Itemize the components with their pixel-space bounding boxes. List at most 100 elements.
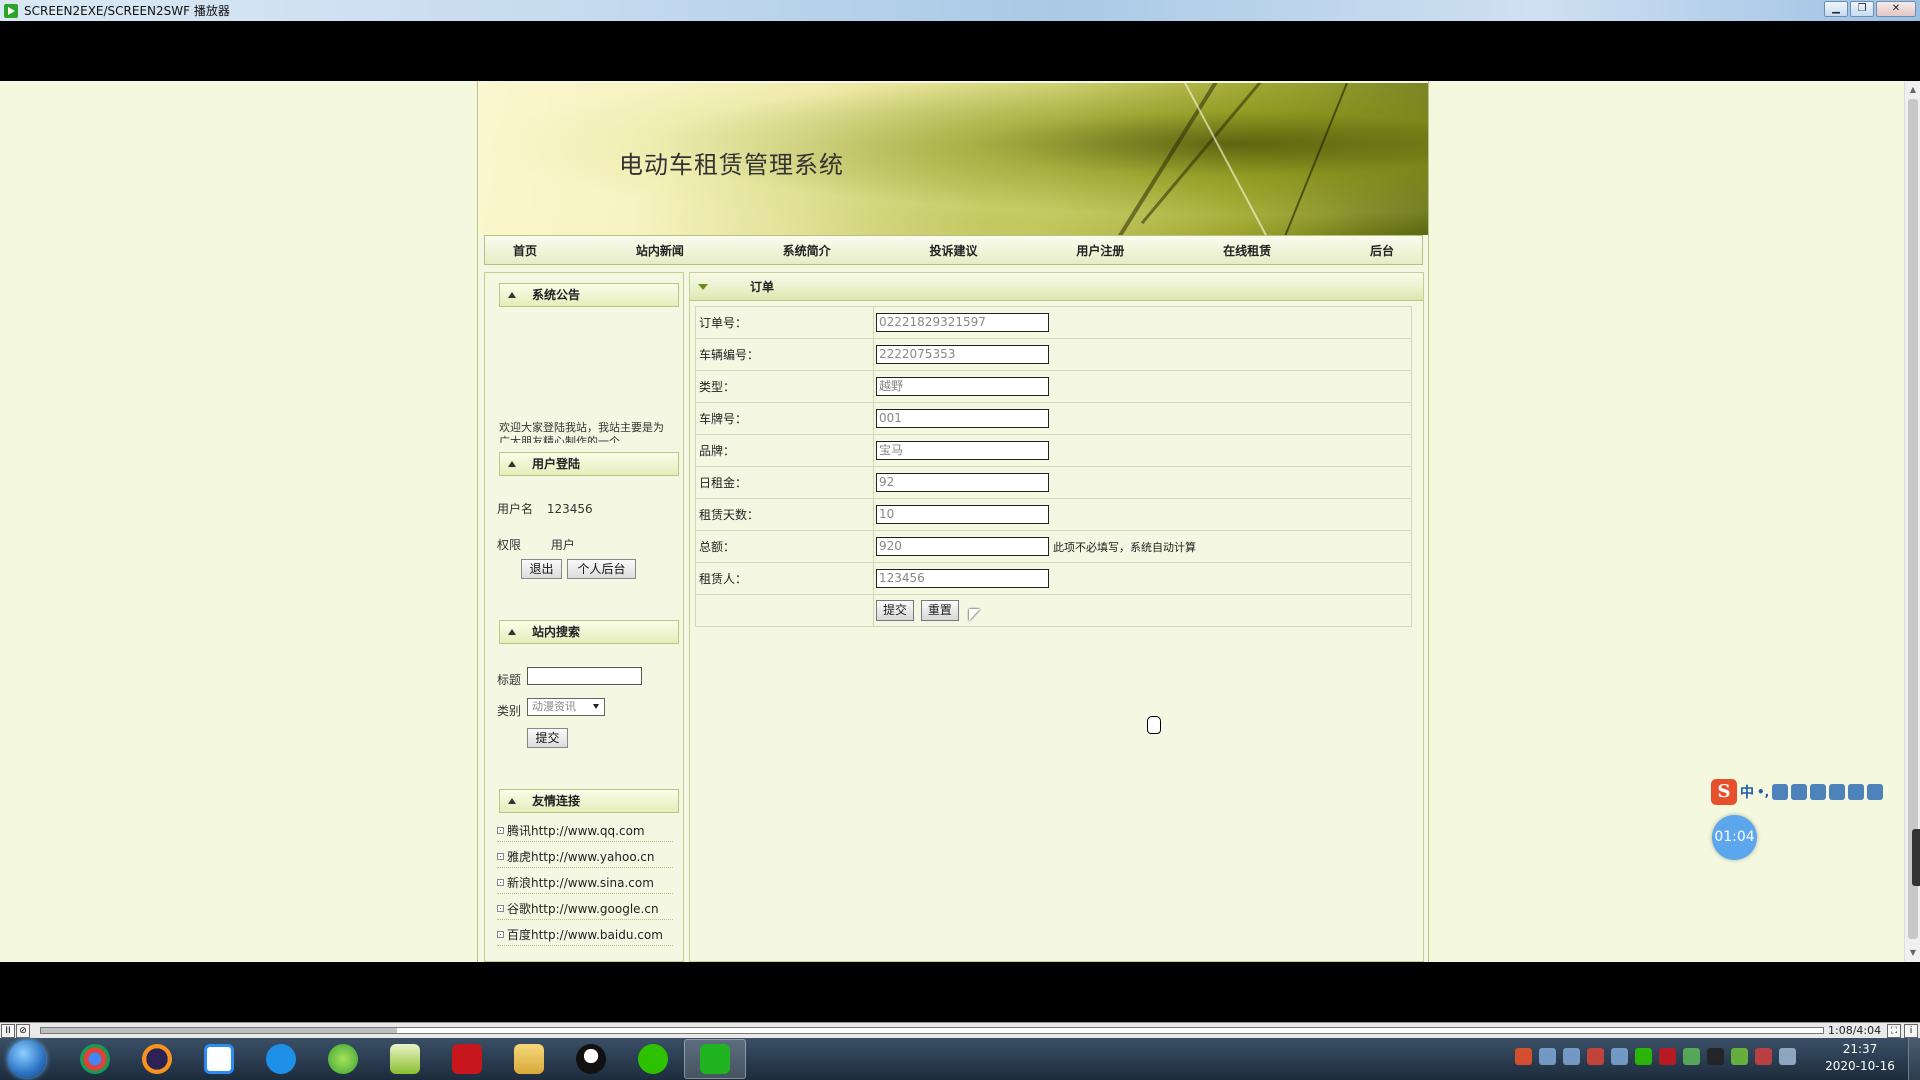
taskbar-baidu-netdisk[interactable] — [188, 1039, 250, 1079]
search-category-select[interactable]: 动漫资讯 — [527, 698, 605, 716]
tray-icon[interactable] — [1563, 1048, 1580, 1065]
chevron-down-icon — [593, 704, 599, 709]
nav-register[interactable]: 用户注册 — [1076, 242, 1124, 259]
seek-bar[interactable] — [40, 1027, 1824, 1034]
order-number-input[interactable]: 02221829321597 — [876, 313, 1049, 332]
scroll-up-icon[interactable]: ▲ — [1905, 83, 1920, 97]
reset-button[interactable]: 重置 — [920, 600, 959, 621]
scroll-thumb[interactable] — [1908, 99, 1918, 939]
wechat-icon — [638, 1044, 668, 1074]
taskbar-qq[interactable] — [560, 1039, 622, 1079]
taskbar-chrome[interactable] — [64, 1039, 126, 1079]
user-icon[interactable] — [1829, 784, 1846, 800]
folder-icon — [514, 1044, 544, 1074]
divider — [497, 867, 673, 868]
eclipse-icon — [142, 1044, 172, 1074]
action-center-icon[interactable] — [1779, 1048, 1796, 1065]
friend-link-yahoo[interactable]: 雅虎http://www.yahoo.cn — [497, 848, 654, 865]
vehicle-id-input[interactable]: 2222075353 — [876, 345, 1049, 364]
chrome-icon — [80, 1044, 110, 1074]
rental-days-input[interactable]: 10 — [876, 505, 1049, 524]
nav-news[interactable]: 站内新闻 — [636, 242, 684, 259]
tray-icon[interactable] — [1587, 1048, 1604, 1065]
friend-link-qq[interactable]: 腾讯http://www.qq.com — [497, 822, 645, 839]
grid-menu-icon[interactable] — [1867, 784, 1884, 800]
submit-button[interactable]: 提交 — [876, 600, 915, 621]
ime-mode-toggle[interactable]: 中 — [1740, 782, 1754, 802]
volume-muted-icon[interactable] — [1755, 1048, 1772, 1065]
role-value: 用户 — [550, 538, 575, 552]
microphone-icon[interactable] — [1791, 784, 1808, 800]
close-button[interactable]: ✕ — [1876, 1, 1916, 17]
nav-complaints[interactable]: 投诉建议 — [929, 242, 977, 259]
sogou-ime-logo-icon[interactable]: S — [1711, 779, 1737, 805]
nav-home[interactable]: 首页 — [513, 242, 537, 259]
clock-date: 2020-10-16 — [1825, 1059, 1895, 1073]
taskbar-screen-player[interactable] — [684, 1039, 746, 1079]
skin-icon[interactable] — [1848, 784, 1865, 800]
keyboard-icon[interactable] — [1810, 784, 1827, 800]
maximize-button[interactable]: ❐ — [1850, 1, 1874, 17]
banner-decoration — [1100, 83, 1242, 235]
friend-link-sina[interactable]: 新浪http://www.sina.com — [497, 874, 654, 891]
friend-link-google[interactable]: 谷歌http://www.google.cn — [497, 900, 659, 917]
taskbar-browser[interactable] — [250, 1039, 312, 1079]
site-banner: 电动车租赁管理系统 — [478, 83, 1428, 235]
vehicle-type-input[interactable]: 越野 — [876, 377, 1049, 396]
taskbar-wechat[interactable] — [622, 1039, 684, 1079]
taskbar-eclipse[interactable] — [126, 1039, 188, 1079]
emoji-icon[interactable] — [1772, 784, 1789, 800]
start-button[interactable] — [8, 1040, 46, 1078]
tray-icon[interactable] — [1539, 1048, 1556, 1065]
wechat-tray-icon[interactable] — [1635, 1048, 1652, 1065]
search-submit-button[interactable]: 提交 — [527, 728, 568, 748]
tray-icon[interactable] — [1659, 1048, 1676, 1065]
logout-button[interactable]: 退出 — [521, 559, 562, 579]
battery-icon[interactable] — [1731, 1048, 1748, 1065]
table-row: 车辆编号： 2222075353 — [695, 338, 1412, 371]
sogou-tray-icon[interactable] — [1515, 1048, 1532, 1065]
side-panel-handle[interactable] — [1912, 829, 1920, 886]
player-extra-controls: ⛶ i — [1886, 1024, 1918, 1038]
fullscreen-icon[interactable]: ⛶ — [1887, 1024, 1901, 1038]
daily-rent-input[interactable]: 92 — [876, 473, 1049, 492]
nav-about[interactable]: 系统简介 — [783, 242, 831, 259]
info-icon[interactable]: i — [1904, 1024, 1918, 1038]
shield-icon[interactable] — [1611, 1048, 1628, 1065]
friend-link-baidu[interactable]: 百度http://www.baidu.com — [497, 926, 663, 943]
main-nav: 首页 站内新闻 系统简介 投诉建议 用户注册 在线租赁 后台 — [484, 235, 1423, 265]
minimize-button[interactable]: ▁ — [1824, 1, 1848, 17]
pause-button[interactable]: II — [1, 1023, 15, 1038]
taskbar-editor[interactable] — [374, 1039, 436, 1079]
bullet-icon — [497, 827, 504, 834]
taskbar-clock[interactable]: 21:37 2020-10-16 — [1820, 1041, 1900, 1075]
plate-number-input[interactable]: 001 — [876, 409, 1049, 428]
ime-punctuation-toggle[interactable]: •, — [1757, 785, 1769, 799]
username-value: 123456 — [546, 502, 593, 516]
search-title-input[interactable] — [527, 667, 642, 685]
qq-tray-icon[interactable] — [1707, 1048, 1724, 1065]
links-header[interactable]: 友情连接 — [499, 789, 679, 813]
order-panel: 订单 订单号： 02221829321597 车辆编号： 2222075353 … — [689, 272, 1424, 962]
scroll-down-icon[interactable]: ▼ — [1905, 946, 1920, 960]
stop-icon[interactable]: ⊘ — [16, 1023, 30, 1038]
total-amount-input[interactable]: 920 — [876, 537, 1049, 556]
total-amount-hint: 此项不必填写，系统自动计算 — [1053, 540, 1196, 554]
bullet-icon — [497, 905, 504, 912]
taskbar-explorer[interactable] — [498, 1039, 560, 1079]
network-icon[interactable] — [1683, 1048, 1700, 1065]
nav-admin[interactable]: 后台 — [1370, 242, 1394, 259]
notice-header[interactable]: 系统公告 — [499, 283, 679, 307]
collapse-triangle-icon — [508, 629, 516, 635]
recording-timer[interactable]: 01:04 — [1712, 815, 1757, 860]
brand-input[interactable]: 宝马 — [876, 441, 1049, 460]
renter-input[interactable]: 123456 — [876, 569, 1049, 588]
nav-online-rental[interactable]: 在线租赁 — [1223, 242, 1271, 259]
mouse-arrow-cursor — [969, 609, 980, 621]
taskbar-flash[interactable] — [436, 1039, 498, 1079]
search-header[interactable]: 站内搜索 — [499, 620, 679, 644]
show-desktop-button[interactable] — [1908, 1038, 1920, 1080]
login-header[interactable]: 用户登陆 — [499, 452, 679, 476]
taskbar-360[interactable] — [312, 1039, 374, 1079]
personal-backend-button[interactable]: 个人后台 — [567, 559, 636, 579]
